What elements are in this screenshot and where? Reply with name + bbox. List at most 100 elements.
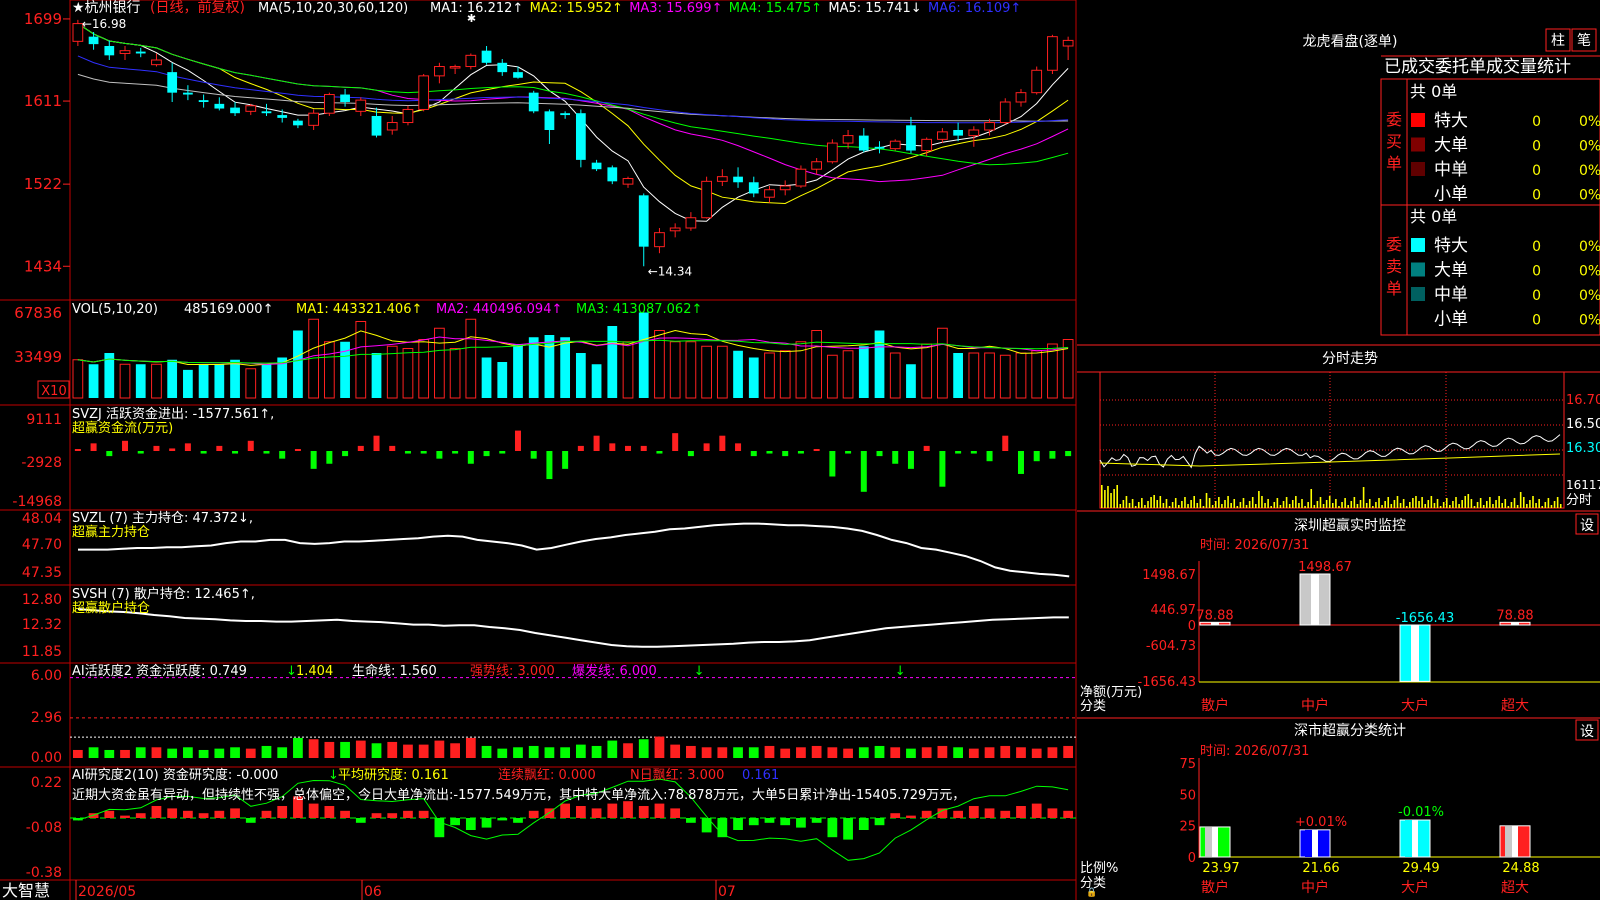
research-bar-negative [450,818,460,826]
intraday-volume-tick [1418,501,1420,508]
intraday-volume-tick [1239,502,1242,508]
signal-arrow: ↓ [694,664,705,679]
intraday-volume-tick [1387,497,1390,508]
svsh-tick: 12.32 [22,617,62,633]
vol-bar-down [575,353,586,398]
activity-bar-down [104,749,115,758]
research-bar-negative [355,818,366,823]
buy-order-size-label: 特大 [1434,111,1468,131]
activity-bar-down [953,747,963,758]
activity-bar-down [528,745,539,758]
classify-tick: 75 [1179,757,1196,772]
ai-research-legend-0: AI研究度2(10) 资金研究度: -0.000 [72,767,278,783]
svzj-bar-negative [766,451,773,454]
vol-bar-up [669,341,681,399]
sell-order-pct: 0% [1579,313,1600,329]
vol-bar-up [999,354,1011,399]
research-bar-positive [638,806,649,818]
intraday-volume-tick [1122,500,1125,508]
research-bar-positive [1016,806,1026,818]
intraday-volume-tick [1310,489,1313,508]
buy-order-pct: 0% [1579,139,1600,155]
svzj-bar-positive [609,443,616,451]
svzj-bar-negative [845,451,852,454]
low-marker: ←14.34 [648,264,692,278]
intraday-volume-tick [1261,496,1263,508]
column-mode-label[interactable]: 柱 [1551,33,1565,49]
candle-body-up [811,161,823,170]
ai-research-tick: 0.22 [31,775,62,791]
activity-bar-up [308,739,319,758]
classify-tick: 0 [1188,851,1196,866]
candle-body-down [135,51,146,54]
sell-legend-swatch [1411,311,1425,326]
classify-ylabel: 比例% [1080,861,1118,876]
activity-bar-up [355,740,366,758]
buy-legend-swatch [1411,186,1425,201]
research-bar-positive [560,803,571,818]
classify-title: 深市超赢分类统计 [1294,722,1406,739]
classify-category: 散户 [1201,879,1229,896]
buy-order-count: 0 [1532,114,1541,130]
research-bar-positive [214,810,225,818]
sell-order-size-label: 特大 [1434,236,1468,256]
intraday-volume-tick [1452,501,1454,508]
monitor-settings-label[interactable]: 设 [1580,518,1594,534]
vol-legend-4: MA3: 413087.062↑ [576,302,702,317]
intraday-volume-tick [1526,504,1528,508]
intraday-volume-tick [1479,498,1482,508]
stock-chart-workspace[interactable]: 1699161115221434←16.98←14.34✱★杭州银行 (日线，前复… [0,0,1600,900]
intraday-volume-tick [1409,502,1411,508]
vol-bar-up [449,348,461,399]
research-bar-negative [811,818,822,823]
intraday-volume-tick [1199,499,1202,508]
ai-active-tick: 0.00 [31,750,62,766]
monitor-value-label: 78.88 [1496,608,1533,623]
vol-bar-up [716,345,728,399]
svzj-title: SVZJ 活跃资金进出: -1577.561↑, [72,406,274,422]
intraday-volume-tick [1245,505,1248,508]
monitor-xlabel: 分类 [1080,699,1106,714]
activity-bar-down [733,747,743,758]
candle-body-up [842,135,854,144]
intraday-volume-tick [1116,485,1118,508]
vol-bar-down [198,364,209,398]
svzj-bar-negative [106,451,113,457]
svzj-bar-negative [562,451,569,469]
classify-value-label: 23.97 [1202,861,1239,876]
research-bar-positive [277,806,288,818]
svzj-bar-negative [404,451,411,454]
vol-bar-up [72,359,84,399]
classify-settings-label[interactable]: 设 [1580,724,1594,740]
monitor-time: 时间: 2026/07/31 [1200,538,1309,553]
research-bar-positive [183,810,193,818]
svzj-bar-negative [750,451,757,457]
svzj-bar-positive [247,440,254,451]
signal-arrow: ↓ [895,664,906,679]
activity-bar-down [858,747,869,758]
ai-active-legend-2: 1.404 [296,664,333,679]
activity-bar-up [764,745,775,758]
vol-bar-down [513,344,523,398]
vol-bar-up [1031,350,1043,399]
intraday-volume-tick [1224,500,1226,508]
intraday-volume-tick [1150,497,1152,508]
sell-legend-swatch [1411,262,1425,277]
activity-bar-down [481,745,492,758]
intraday-volume-tick [1236,506,1239,508]
candle-body-up [669,227,681,232]
trade-mode-label[interactable]: 笔 [1577,33,1591,49]
activity-bar-down [607,740,618,758]
intraday-volume-tick [1405,506,1408,508]
classify-time: 时间: 2026/07/31 [1200,744,1309,759]
ai-research-legend-5: 0.161 [742,768,779,783]
research-bar-positive [890,813,901,818]
intraday-volume-tick [1304,506,1306,508]
vol-bar-down [733,350,743,398]
svzj-bar-negative [436,451,443,459]
intraday-volume-tick [1522,497,1525,508]
intraday-volume-tick [1501,503,1503,508]
intraday-volume-tick [1381,505,1383,508]
activity-bar-up [843,748,853,758]
activity-bar-up [434,740,445,758]
